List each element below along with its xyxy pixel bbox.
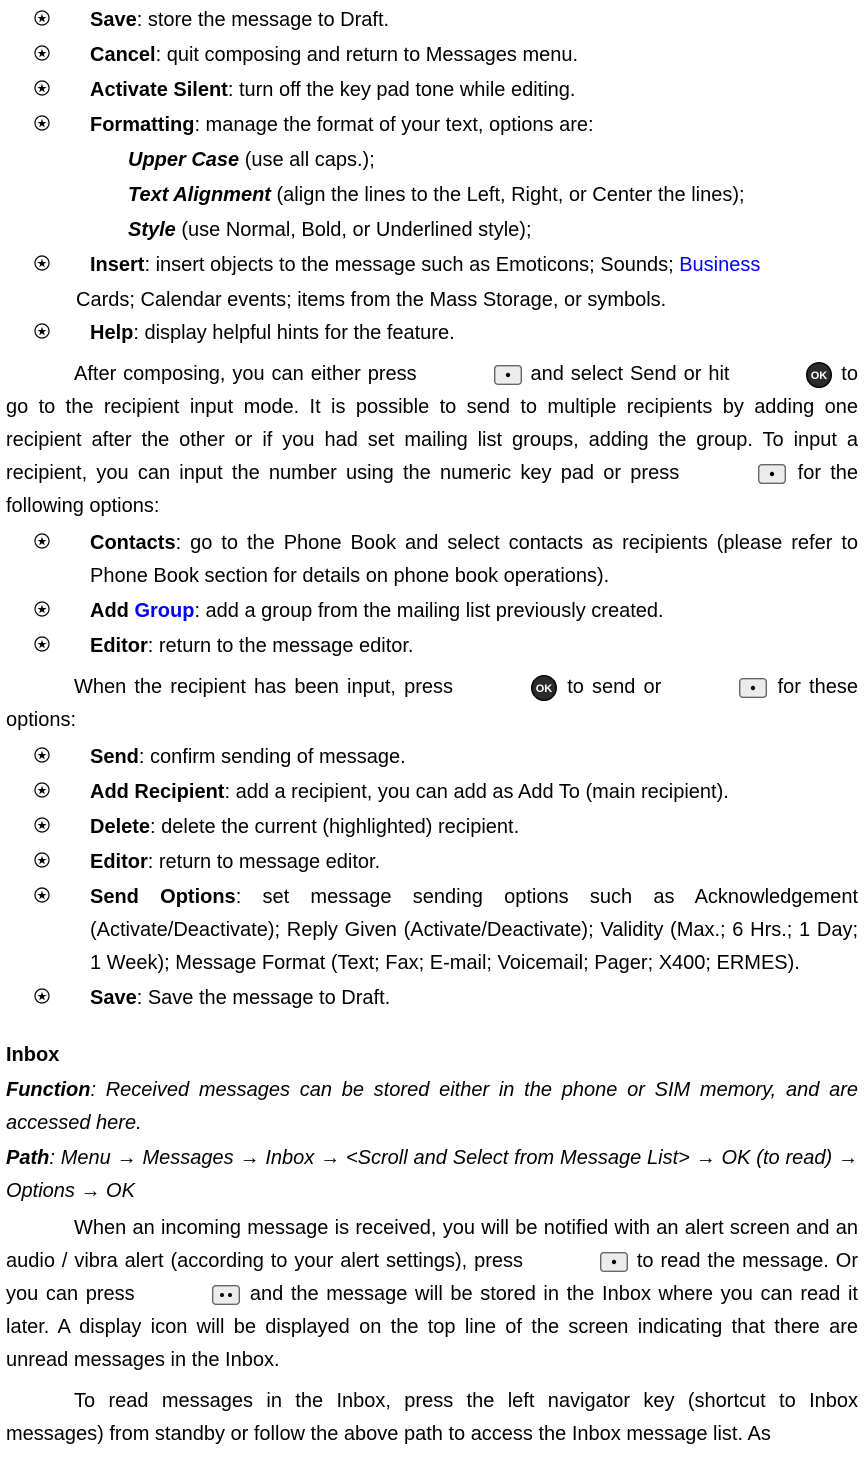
list-text: Add Group: add a group from the mailing … [90, 595, 858, 628]
list-item: Add Group: add a group from the mailing … [6, 595, 858, 628]
list-item: Editor: return to message editor. [6, 846, 858, 879]
list-text: Formatting: manage the format of your te… [90, 109, 858, 142]
list-text: Contacts: go to the Phone Book and selec… [90, 527, 858, 593]
bullet-icon [34, 80, 50, 96]
bullet-icon [34, 45, 50, 61]
bullet-icon [34, 782, 50, 798]
list-text: Editor: return to the message editor. [90, 630, 858, 663]
ok-key-icon [738, 362, 832, 388]
sub-list-item: Text Alignment (align the lines to the L… [128, 179, 858, 212]
list-item: Send Options: set message sending option… [6, 881, 858, 980]
bullet-icon [34, 601, 50, 617]
list-text: Help: display helpful hints for the feat… [90, 317, 858, 350]
list-text: Send Options: set message sending option… [90, 881, 858, 980]
list-text-cont: Cards; Calendar events; items from the M… [6, 284, 858, 317]
section-heading-inbox: Inbox [6, 1039, 858, 1072]
list-item-insert: Insert: insert objects to the message su… [6, 249, 858, 282]
bullet-icon [34, 115, 50, 131]
sub-list-item: Upper Case (use all caps.); [128, 144, 858, 177]
list-text: Send: confirm sending of message. [90, 741, 858, 774]
paragraph: When the recipient has been input, press… [6, 671, 858, 737]
bullet-icon [34, 323, 50, 339]
list-item: Save: Save the message to Draft. [6, 982, 858, 1015]
sub-list-item: Style (use Normal, Bold, or Underlined s… [128, 214, 858, 247]
paragraph: To read messages in the Inbox, press the… [6, 1385, 858, 1451]
list-item: Add Recipient: add a recipient, you can … [6, 776, 858, 809]
list-text: Activate Silent: turn off the key pad to… [90, 74, 858, 107]
paragraph: When an incoming message is received, yo… [6, 1212, 858, 1377]
list-text: Add Recipient: add a recipient, you can … [90, 776, 858, 809]
paragraph: After composing, you can either press an… [6, 358, 858, 523]
list-item: Activate Silent: turn off the key pad to… [6, 74, 858, 107]
list-text: Cancel: quit composing and return to Mes… [90, 39, 858, 72]
list-text: Save: store the message to Draft. [90, 4, 858, 37]
bullet-icon [34, 817, 50, 833]
softkey-icon [671, 678, 767, 698]
softkey-icon [426, 365, 522, 385]
list-item: Help: display helpful hints for the feat… [6, 317, 858, 350]
list-item: Contacts: go to the Phone Book and selec… [6, 527, 858, 593]
ok-key-icon [463, 675, 557, 701]
bullet-icon [34, 533, 50, 549]
bullet-icon [34, 747, 50, 763]
bullet-icon [34, 636, 50, 652]
list-item: Formatting: manage the format of your te… [6, 109, 858, 142]
list-text: Save: Save the message to Draft. [90, 982, 858, 1015]
bullet-icon [34, 852, 50, 868]
softkey-icon [690, 464, 786, 484]
list-item: Cancel: quit composing and return to Mes… [6, 39, 858, 72]
list-item: Save: store the message to Draft. [6, 4, 858, 37]
list-item: Editor: return to the message editor. [6, 630, 858, 663]
path-line: Path: Menu → Messages → Inbox → <Scroll … [6, 1142, 858, 1208]
bullet-icon [34, 988, 50, 1004]
softkey-right-icon [144, 1285, 240, 1305]
list-text: Delete: delete the current (highlighted)… [90, 811, 858, 844]
list-text: Editor: return to message editor. [90, 846, 858, 879]
bullet-icon [34, 887, 50, 903]
list-item: Send: confirm sending of message. [6, 741, 858, 774]
function-line: Function: Received messages can be store… [6, 1074, 858, 1140]
list-text: Insert: insert objects to the message su… [90, 249, 858, 282]
list-item: Delete: delete the current (highlighted)… [6, 811, 858, 844]
softkey-icon [532, 1252, 628, 1272]
bullet-icon [34, 10, 50, 26]
bullet-icon [34, 255, 50, 271]
